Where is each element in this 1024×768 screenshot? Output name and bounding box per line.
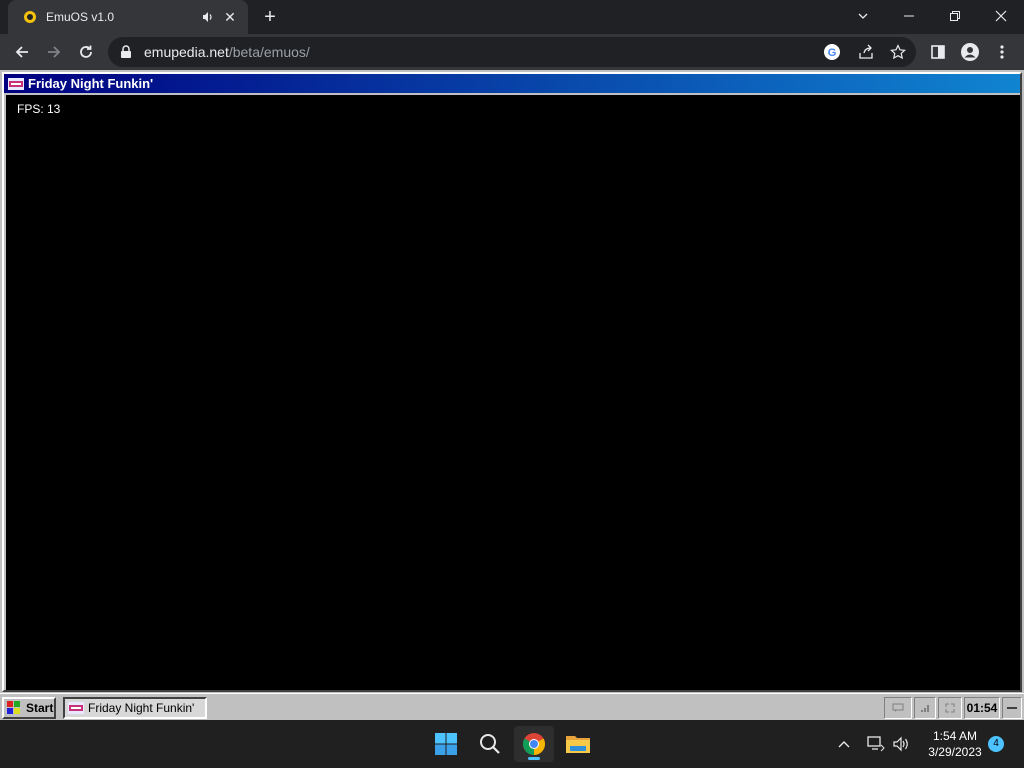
start-button[interactable]: Start [2, 697, 56, 719]
fullscreen-icon[interactable] [938, 697, 962, 719]
close-tab-icon[interactable]: ✕ [222, 9, 238, 25]
close-window-icon[interactable] [978, 0, 1024, 32]
side-panel-icon[interactable] [926, 40, 950, 64]
search-icon[interactable] [470, 726, 510, 762]
url-path: /beta/emuos/ [228, 44, 310, 60]
emuos-icon [22, 9, 38, 25]
start-label: Start [26, 701, 54, 715]
svg-text:G: G [828, 47, 837, 59]
tab-strip: EmuOS v1.0 ✕ + [0, 0, 1024, 34]
tab-search-icon[interactable] [840, 0, 886, 32]
browser-tab[interactable]: EmuOS v1.0 ✕ [8, 0, 248, 34]
more-menu-icon[interactable] [990, 40, 1014, 64]
file-explorer-icon[interactable] [558, 726, 598, 762]
google-lens-icon[interactable]: G [822, 42, 842, 62]
restore-icon[interactable] [932, 0, 978, 32]
new-tab-button[interactable]: + [258, 6, 282, 28]
window-titlebar[interactable]: Friday Night Funkin' [4, 74, 1020, 93]
game-window: Friday Night Funkin' FPS: 13 [2, 72, 1022, 692]
emuos-clock: 01:54 [964, 697, 1000, 719]
url-text[interactable]: emupedia.net/beta/emuos/ [144, 44, 310, 60]
signal-icon[interactable] [914, 697, 936, 719]
windows-start-icon[interactable] [426, 726, 466, 762]
fps-counter: FPS: 13 [17, 102, 61, 116]
system-time: 1:54 AM [932, 729, 978, 743]
address-bar[interactable]: emupedia.net/beta/emuos/ G [108, 37, 916, 67]
share-icon[interactable] [856, 42, 876, 62]
minimize-icon[interactable] [886, 0, 932, 32]
browser-toolbar: emupedia.net/beta/emuos/ G [0, 34, 1024, 70]
bookmark-star-icon[interactable] [888, 42, 908, 62]
emuos-taskbar: Start Friday Night Funkin' 01:54 [0, 693, 1024, 720]
active-app-indicator [528, 757, 540, 760]
fnf-icon [68, 702, 84, 714]
system-date: 3/29/2023 [928, 745, 982, 759]
chevron-up-icon[interactable] [826, 726, 862, 762]
system-clock[interactable]: 1:54 AM 3/29/2023 [918, 728, 992, 760]
volume-icon[interactable] [886, 726, 916, 762]
forward-arrow-icon[interactable] [40, 38, 68, 66]
taskbar-item-fnf[interactable]: Friday Night Funkin' [63, 697, 207, 719]
notification-badge[interactable]: 4 [988, 736, 1004, 752]
game-canvas[interactable]: FPS: 13 [6, 95, 1020, 690]
windows-logo-icon [6, 700, 22, 716]
minimize-all-icon[interactable] [1002, 697, 1022, 719]
profile-avatar-icon[interactable] [958, 40, 982, 64]
tab-title: EmuOS v1.0 [46, 10, 115, 24]
reload-icon[interactable] [72, 38, 100, 66]
fnf-icon [8, 77, 24, 90]
windows-taskbar: 1:54 AM 3/29/2023 4 [0, 720, 1024, 768]
back-arrow-icon[interactable] [8, 38, 36, 66]
chat-icon[interactable] [884, 697, 912, 719]
window-title: Friday Night Funkin' [28, 76, 154, 91]
chrome-icon[interactable] [514, 726, 554, 762]
speaker-icon[interactable] [200, 9, 216, 25]
url-domain: emupedia.net [144, 44, 229, 60]
emuos-desktop: Friday Night Funkin' FPS: 13 Start Frida… [0, 70, 1024, 720]
taskbar-item-label: Friday Night Funkin' [88, 701, 195, 715]
lock-icon[interactable] [120, 45, 134, 59]
